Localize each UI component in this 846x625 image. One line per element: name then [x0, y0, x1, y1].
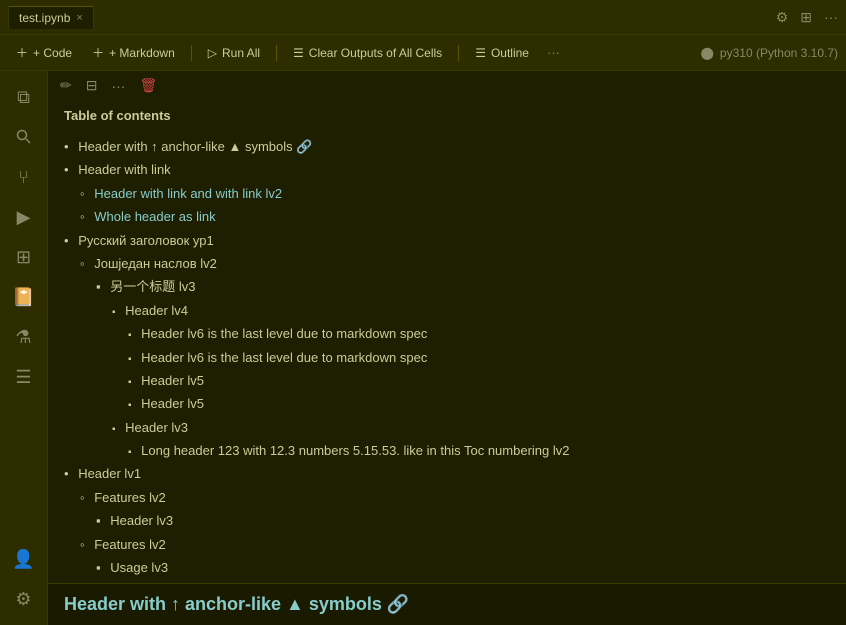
kernel-label: py310 (Python 3.10.7)	[720, 46, 838, 60]
cell-toolbar: ✏ ⊟ ··· 🗑	[48, 71, 846, 100]
list-item: Features lv2	[64, 533, 830, 556]
list-item: Header with link	[64, 158, 830, 181]
add-markdown-button[interactable]: ＋ + Markdown	[84, 41, 183, 64]
title-bar: test.ipynb × ⚙ ⊞ ···	[0, 0, 846, 35]
split-cell-icon[interactable]: ⊟	[82, 75, 102, 96]
list-item: Header with link and with link lv2	[64, 182, 830, 205]
toolbar-separator-2	[276, 45, 277, 61]
run-all-icon: ▷	[208, 46, 217, 60]
beaker-icon[interactable]: ⚗	[6, 319, 42, 355]
list-item: Header lv6 is the last level due to mark…	[64, 346, 830, 369]
list-item: Русский заголовок ур1	[64, 229, 830, 252]
kernel-status-icon: ⬤	[700, 46, 713, 60]
explorer-icon[interactable]: ⧉	[6, 79, 42, 115]
list-item: Header lv3	[64, 416, 830, 439]
run-debug-icon[interactable]: ▶	[6, 199, 42, 235]
notebook-toolbar: ＋ + Code ＋ + Markdown ▷ Run All ☰ Clear …	[0, 35, 846, 71]
settings-gear-icon[interactable]: ⚙	[6, 581, 42, 617]
toc-container: Table of contents Header with ↑ anchor-l…	[48, 100, 846, 583]
title-bar-left: test.ipynb ×	[8, 6, 94, 29]
notebook-icon[interactable]: 📔	[6, 279, 42, 315]
list-item: Usage lv3	[64, 556, 830, 579]
bottom-header-display: Header with ↑ anchor-like ▲ symbols 🔗	[48, 583, 846, 625]
list-item: 另一个标题 lv3	[64, 275, 830, 298]
more-actions-icon[interactable]: ···	[824, 9, 838, 25]
toolbar-separator-3	[458, 45, 459, 61]
search-icon[interactable]	[6, 119, 42, 155]
toc-link[interactable]: Header with link and with link lv2	[94, 186, 282, 201]
toc-title: Table of contents	[64, 108, 830, 123]
clear-icon: ☰	[293, 46, 304, 60]
toc-link[interactable]: Whole header as link	[94, 209, 215, 224]
list-item: Features lv2	[64, 486, 830, 509]
extensions-icon[interactable]: ⊞	[6, 239, 42, 275]
pages-icon[interactable]: ☰	[6, 359, 42, 395]
account-icon[interactable]: 👤	[6, 541, 42, 577]
list-item: Header lv1	[64, 462, 830, 485]
tab-close-button[interactable]: ×	[76, 12, 82, 24]
cell-more-icon[interactable]: ···	[107, 76, 129, 96]
edit-cell-icon[interactable]: ✏	[56, 75, 76, 96]
toolbar-separator	[191, 45, 192, 61]
list-item: Whole header as link	[64, 205, 830, 228]
list-item: Configuration lv2	[64, 579, 830, 583]
clear-outputs-button[interactable]: ☰ Clear Outputs of All Cells	[285, 43, 450, 63]
split-editor-icon[interactable]: ⊞	[800, 9, 812, 26]
toc-list: Header with ↑ anchor-like ▲ symbols 🔗 He…	[64, 135, 830, 583]
delete-cell-icon[interactable]: 🗑	[135, 75, 161, 96]
activity-bar: ⧉ ⑂ ▶ ⊞ 📔 ⚗ ☰ 👤 ⚙	[0, 71, 48, 625]
list-item: Header lv5	[64, 369, 830, 392]
settings-icon[interactable]: ⚙	[776, 9, 789, 26]
file-tab-label: test.ipynb	[19, 11, 70, 25]
toolbar-more-button[interactable]: ···	[541, 42, 566, 63]
list-item: Header lv4	[64, 299, 830, 322]
list-item: Header lv6 is the last level due to mark…	[64, 322, 830, 345]
main-area: ⧉ ⑂ ▶ ⊞ 📔 ⚗ ☰ 👤 ⚙ ✏ ⊟ ··· 🗑 Table of con…	[0, 71, 846, 625]
bottom-header-text: Header with ↑ anchor-like ▲ symbols 🔗	[64, 594, 409, 615]
outline-icon: ☰	[475, 46, 486, 60]
add-code-button[interactable]: ＋ + Code	[8, 41, 80, 64]
list-item: Header lv5	[64, 392, 830, 415]
source-control-icon[interactable]: ⑂	[6, 159, 42, 195]
notebook-content: ✏ ⊟ ··· 🗑 Table of contents Header with …	[48, 71, 846, 625]
list-item: Header lv3	[64, 509, 830, 532]
plus-markdown-icon: ＋	[92, 44, 104, 61]
outline-button[interactable]: ☰ Outline	[467, 43, 537, 63]
kernel-info[interactable]: ⬤ py310 (Python 3.10.7)	[700, 46, 838, 60]
list-item: Header with ↑ anchor-like ▲ symbols 🔗	[64, 135, 830, 158]
run-all-button[interactable]: ▷ Run All	[200, 43, 268, 63]
list-item: Long header 123 with 12.3 numbers 5.15.5…	[64, 439, 830, 462]
plus-code-icon: ＋	[16, 44, 28, 61]
title-bar-right: ⚙ ⊞ ···	[776, 9, 838, 26]
list-item: Јошједан наслов lv2	[64, 252, 830, 275]
file-tab[interactable]: test.ipynb ×	[8, 6, 94, 29]
